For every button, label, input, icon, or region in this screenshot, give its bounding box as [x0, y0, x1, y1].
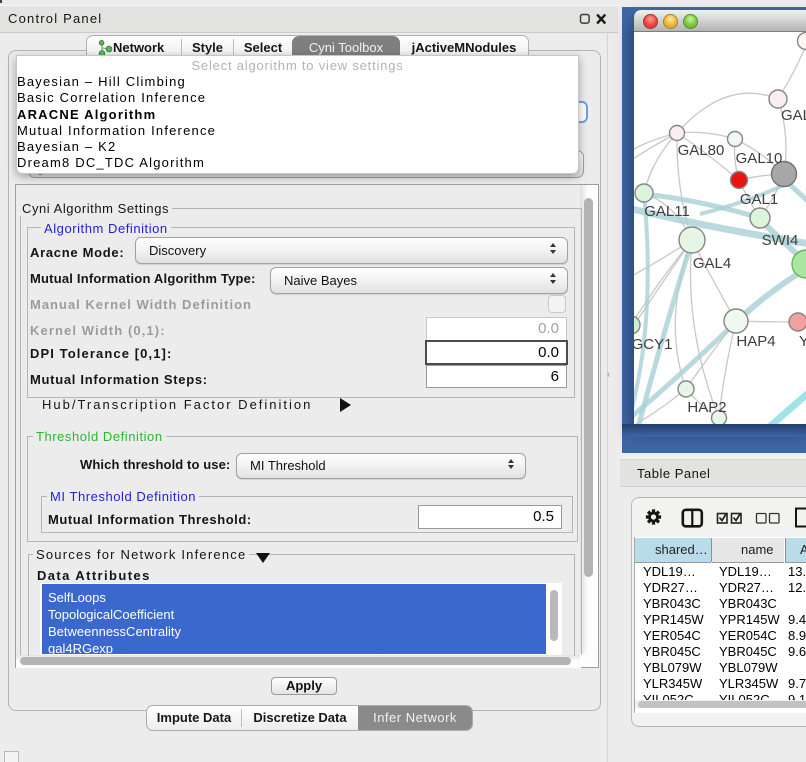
svg-text:GAL4: GAL4	[693, 255, 731, 272]
svg-text:GAL8: GAL8	[781, 107, 806, 124]
svg-text:GAL10: GAL10	[736, 150, 783, 167]
svg-text:GAL80: GAL80	[678, 142, 725, 159]
svg-text:HAP4: HAP4	[736, 333, 775, 350]
svg-text:GAL11: GAL11	[644, 203, 690, 220]
svg-text:GCY1: GCY1	[634, 336, 672, 353]
svg-text:GAL1: GAL1	[740, 191, 778, 208]
svg-text:HAP2: HAP2	[687, 399, 726, 416]
svg-text:SWI4: SWI4	[762, 232, 799, 249]
svg-text:YJR048W: YJR048W	[799, 333, 806, 350]
